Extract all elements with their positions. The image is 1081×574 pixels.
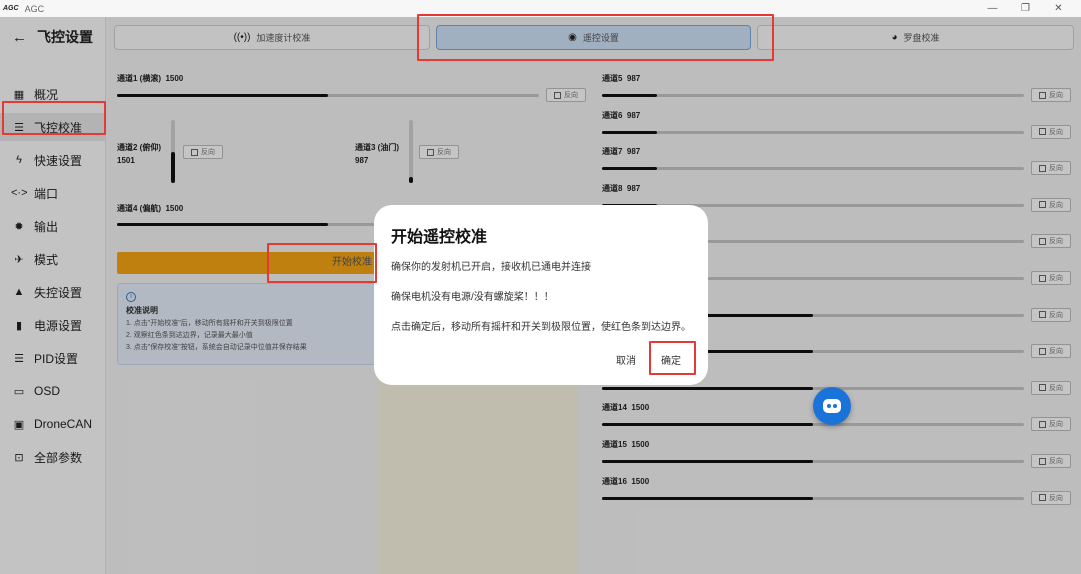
dialog-line-1: 确保你的发射机已开启，接收机已通电并连接: [391, 262, 591, 273]
app-name: AGC: [24, 3, 45, 14]
highlight-box-confirm: [649, 341, 696, 375]
minimize-button[interactable]: —: [976, 0, 1009, 17]
highlight-box-tab: [417, 14, 774, 61]
highlight-box-sidebar: [2, 101, 106, 135]
maximize-button[interactable]: ❐: [1009, 0, 1042, 17]
robot-icon: [823, 399, 841, 413]
dialog-line-2: 确保电机没有电源/没有螺旋桨！！！: [391, 292, 554, 303]
close-button[interactable]: ✕: [1042, 0, 1075, 17]
app-logo: AGC: [3, 5, 19, 12]
dialog-title: 开始遥控校准: [391, 229, 488, 246]
assistant-button[interactable]: [813, 387, 851, 425]
highlight-box-start: [267, 243, 377, 283]
dialog-line-3: 点击确定后，移动所有摇杆和开关到极限位置，使红色条到达边界。: [391, 322, 691, 333]
cancel-button[interactable]: 取消: [616, 352, 636, 367]
